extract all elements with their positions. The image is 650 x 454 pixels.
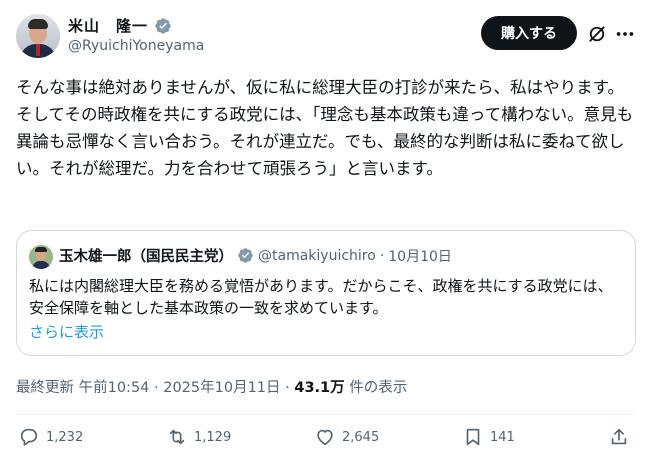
author-avatar[interactable] bbox=[16, 14, 60, 58]
like-button[interactable]: 2,645 bbox=[314, 426, 379, 448]
share-button[interactable] bbox=[608, 426, 630, 448]
reply-count: 1,232 bbox=[46, 429, 84, 445]
tweet-text: そんな事は絶対ありませんが、仮に私に総理大臣の打診が来たら、私はやります。そして… bbox=[16, 78, 634, 178]
quote-author-avatar bbox=[29, 245, 53, 269]
view-count: 43.1万 bbox=[294, 380, 345, 396]
share-icon bbox=[611, 428, 627, 445]
quote-verified-badge-icon bbox=[238, 248, 253, 263]
quote-date: 10月10日 bbox=[388, 248, 452, 265]
tweet-meta: 最終更新 午前10:54 · 2025年10月11日 · 43.1万 件の表示 bbox=[16, 376, 407, 397]
quote-separator: · bbox=[379, 247, 385, 264]
author-display-name[interactable]: 米山 隆一 bbox=[68, 15, 148, 36]
reply-icon bbox=[20, 428, 38, 446]
quote-text: 私には内閣総理大臣を務める覚悟があります。だからこそ、政権を共にする政党には、安… bbox=[29, 277, 613, 317]
bookmark-button[interactable]: 141 bbox=[462, 426, 515, 448]
repost-icon bbox=[169, 429, 185, 445]
like-count: 2,645 bbox=[342, 429, 380, 445]
author-handle[interactable]: @RyuichiYoneyama bbox=[68, 38, 204, 54]
quote-tweet-card[interactable]: 玉木雄一郎（国民民主党） @tamakiyuichiro · 10月10日 私に… bbox=[16, 230, 636, 356]
action-bar: 1,232 1,129 2,645 141 bbox=[0, 426, 650, 452]
view-count-suffix: 件の表示 bbox=[344, 380, 408, 396]
bookmark-icon bbox=[466, 428, 480, 446]
show-more-link[interactable]: さらに表示 bbox=[29, 321, 104, 342]
tweet-header: 米山 隆一 @RyuichiYoneyama 購入する bbox=[0, 0, 650, 70]
author-name-line: 米山 隆一 bbox=[68, 15, 172, 36]
buy-button[interactable]: 購入する bbox=[481, 16, 577, 50]
repost-button[interactable]: 1,129 bbox=[166, 426, 231, 448]
heart-icon bbox=[317, 429, 333, 446]
quote-author-name: 玉木雄一郎（国民民主党） bbox=[59, 249, 233, 265]
grok-icon[interactable] bbox=[587, 24, 607, 44]
more-icon[interactable] bbox=[614, 24, 636, 44]
quote-header: 玉木雄一郎（国民民主党） @tamakiyuichiro · 10月10日 bbox=[59, 245, 452, 266]
reply-button[interactable]: 1,232 bbox=[18, 426, 83, 448]
repost-count: 1,129 bbox=[194, 429, 232, 445]
timestamp[interactable]: 最終更新 午前10:54 · 2025年10月11日 · bbox=[16, 380, 294, 396]
divider bbox=[16, 414, 634, 415]
bookmark-count: 141 bbox=[490, 429, 515, 445]
quote-author-handle: @tamakiyuichiro bbox=[258, 247, 376, 264]
verified-badge-icon bbox=[155, 17, 171, 34]
